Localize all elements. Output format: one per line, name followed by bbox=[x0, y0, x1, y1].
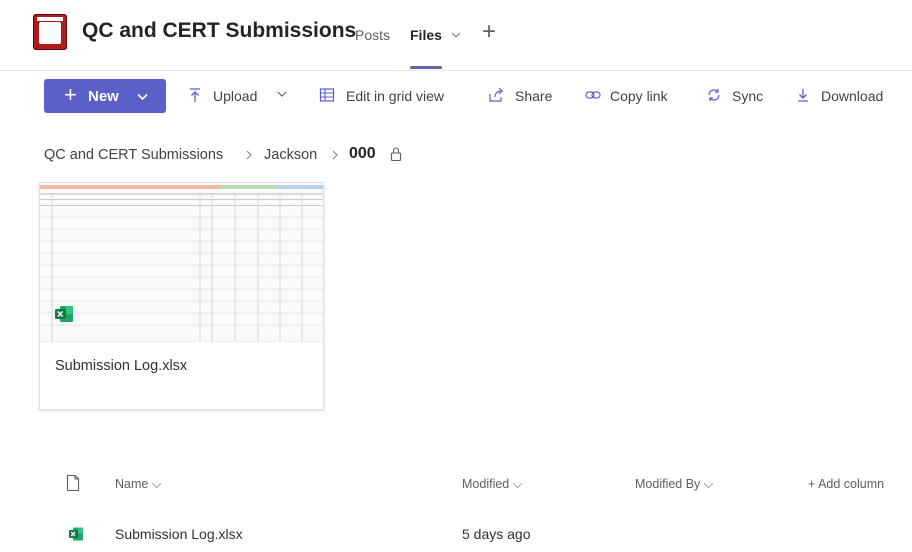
column-header-modified[interactable]: Modified ⌵ bbox=[462, 477, 522, 492]
chevron-down-icon bbox=[137, 93, 148, 101]
share-button[interactable]: Share bbox=[515, 88, 552, 104]
sync-icon[interactable] bbox=[705, 86, 723, 104]
sync-button[interactable]: Sync bbox=[732, 88, 763, 104]
chevron-right-icon bbox=[246, 150, 252, 160]
link-icon[interactable] bbox=[584, 86, 602, 104]
file-type-icon[interactable] bbox=[66, 474, 80, 492]
column-header-modified-by[interactable]: Modified By ⌵ bbox=[635, 477, 713, 492]
excel-icon bbox=[55, 306, 73, 322]
grid-view-icon[interactable] bbox=[318, 86, 336, 104]
spreadsheet-preview bbox=[40, 183, 323, 341]
active-tab-indicator bbox=[410, 66, 442, 69]
new-button[interactable]: + New bbox=[44, 79, 166, 113]
download-button[interactable]: Download bbox=[821, 88, 883, 104]
chevron-down-icon[interactable] bbox=[276, 88, 288, 100]
excel-icon bbox=[69, 527, 83, 541]
breadcrumb-item-jackson[interactable]: Jackson bbox=[264, 147, 317, 163]
add-column-button[interactable]: + Add column bbox=[808, 477, 884, 491]
lock-icon bbox=[390, 147, 402, 162]
upload-icon[interactable] bbox=[186, 86, 204, 104]
copy-link-button[interactable]: Copy link bbox=[610, 88, 668, 104]
upload-button[interactable]: Upload bbox=[213, 88, 257, 104]
file-card[interactable]: Submission Log.xlsx bbox=[39, 182, 324, 410]
edit-grid-view-button[interactable]: Edit in grid view bbox=[346, 88, 444, 104]
chevron-right-icon bbox=[332, 150, 338, 160]
breadcrumb-current: 000 bbox=[349, 145, 376, 162]
breadcrumb-item-root[interactable]: QC and CERT Submissions bbox=[44, 147, 223, 163]
plus-icon: + bbox=[64, 82, 77, 107]
team-title: QC and CERT Submissions bbox=[82, 19, 357, 42]
card-file-name[interactable]: Submission Log.xlsx bbox=[55, 358, 187, 374]
tab-files[interactable]: Files bbox=[410, 27, 442, 43]
app-header: QC and CERT Submissions Posts Files + bbox=[0, 0, 912, 71]
tab-posts[interactable]: Posts bbox=[355, 27, 390, 43]
share-icon[interactable] bbox=[487, 86, 505, 104]
download-icon[interactable] bbox=[794, 86, 812, 104]
row-file-name[interactable]: Submission Log.xlsx bbox=[115, 526, 243, 542]
file-thumbnail bbox=[40, 183, 323, 342]
new-button-label: New bbox=[88, 88, 119, 105]
row-modified: 5 days ago bbox=[462, 526, 531, 542]
column-header-name[interactable]: Name ⌵ bbox=[115, 477, 161, 492]
chevron-down-icon[interactable] bbox=[450, 29, 462, 41]
add-tab-button[interactable]: + bbox=[482, 20, 496, 44]
team-logo-icon[interactable] bbox=[33, 14, 67, 50]
